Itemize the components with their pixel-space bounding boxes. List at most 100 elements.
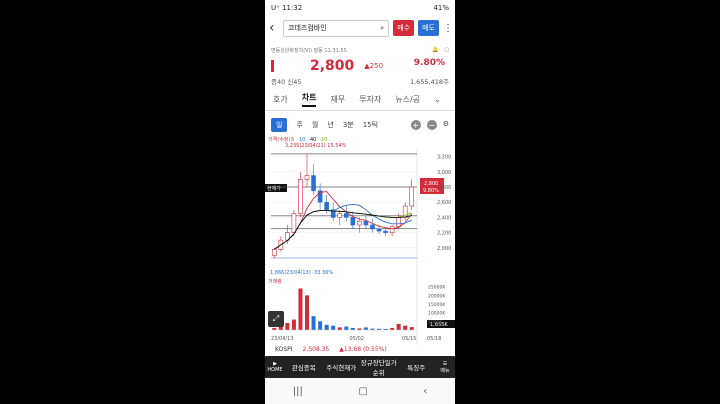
candle-body <box>376 228 382 232</box>
tab-orderbook[interactable]: 호가 <box>273 94 288 105</box>
tab-news[interactable]: 뉴스/공 <box>395 94 420 105</box>
candle-body <box>304 175 310 180</box>
stock-search-box[interactable]: 코데즈컴바인 ⌕ <box>283 19 390 37</box>
volume-bar <box>324 324 329 330</box>
system-nav: ||| ▢ ‹ <box>265 378 455 404</box>
home-label: HOME <box>267 367 283 373</box>
price-chart[interactable]: 가격(수정) 5 10 40 20 3,235(23/04/21) 15.54%… <box>265 135 455 347</box>
kospi-ticker: KOSPI 2,508.35 ▲13.68 (0.55%) <box>265 346 455 356</box>
volume-tick-label: 15000K <box>428 302 446 308</box>
price-subrow: 증40 신45 1,655,418주 <box>265 76 455 88</box>
candle-body <box>363 220 369 226</box>
volume-label: 거래량 <box>268 278 282 285</box>
system-back-icon[interactable]: ‹ <box>423 386 427 397</box>
period-3min[interactable]: 3분 <box>343 120 354 130</box>
candle-body <box>343 213 349 218</box>
margin-ratio: 증40 신45 <box>271 78 302 86</box>
bell-icon[interactable]: 🔔 <box>432 47 438 53</box>
y-tick-label: 2,800 <box>437 185 451 191</box>
candle-body <box>337 213 343 218</box>
vi-subtitle: 변동성완화장치(VI) 발동 11:31:55 <box>271 47 347 54</box>
volume-bar <box>291 319 296 330</box>
period-15tick[interactable]: 15틱 <box>363 120 378 130</box>
price-percent: 9.80% <box>413 58 445 68</box>
candle-body <box>389 226 395 233</box>
period-month[interactable]: 월 <box>312 120 318 130</box>
nav-featured[interactable]: 특징주 <box>398 362 436 372</box>
volume-bar <box>305 295 309 330</box>
buy-button[interactable]: 매수 <box>393 20 415 36</box>
volume-bar <box>403 325 408 330</box>
volume-tick-label: 5000K <box>428 319 443 325</box>
volume-bar <box>272 327 277 330</box>
price-change: ▲250 <box>364 62 384 70</box>
recent-apps-icon[interactable]: ||| <box>293 386 303 397</box>
volume-tick-label: 25000K <box>428 285 446 291</box>
nav-current-price[interactable]: 주식현재가 <box>323 362 361 372</box>
search-icon[interactable]: ⌕ <box>380 24 384 33</box>
document-icon[interactable]: ▢ <box>444 47 449 53</box>
zoom-out-icon[interactable]: − <box>426 120 437 130</box>
period-day[interactable]: 일 <box>271 118 288 132</box>
price-indicator-bar <box>271 60 274 72</box>
tab-financials[interactable]: 재무 <box>330 94 345 105</box>
candle-body <box>324 201 329 211</box>
volume-tick-label: 10000K <box>428 311 446 317</box>
kospi-value: 2,508.35 <box>302 346 330 353</box>
annotation-low: 1,866(23/04/13) -33.36% <box>270 270 333 276</box>
period-year[interactable]: 년 <box>327 120 333 130</box>
candle-body <box>409 186 415 207</box>
tab-chart[interactable]: 차트 <box>301 92 317 107</box>
price-row: 2,800 ▲250 9.80% <box>265 56 455 76</box>
volume-bar <box>396 323 401 330</box>
candle-body <box>311 175 316 192</box>
nav-menu[interactable]: ☰ 메뉴 <box>435 361 455 374</box>
volume-bar <box>311 316 316 330</box>
current-price-box: 현재가 <box>267 185 281 192</box>
candle-body <box>370 224 375 230</box>
nav-watchlist[interactable]: 관심종목 <box>285 362 323 372</box>
y-tick-label: 3,000 <box>437 170 451 176</box>
volume-bar <box>390 327 395 330</box>
sell-button[interactable]: 매도 <box>418 20 439 36</box>
y-tick-label: 3,200 <box>437 155 451 161</box>
x-tick-label: 23/04/13 <box>271 336 293 342</box>
current-price: 2,800 <box>310 58 355 74</box>
y-tick-label: 2,200 <box>437 231 451 237</box>
zoom-in-icon[interactable]: + <box>410 120 421 130</box>
phone-screen: U⁺ 11:32 41% ‹ 코데즈컴바인 ⌕ 매수 매도 ⋮ 변동성완화장치(… <box>265 0 455 404</box>
y-tick-label: 2,600 <box>437 200 451 206</box>
volume-bar <box>331 325 336 330</box>
y-tick-label: 2,000 <box>437 246 451 252</box>
candle-body <box>291 213 297 233</box>
tab-investors[interactable]: 투자자 <box>359 94 381 105</box>
x-tick-label: 05/18 <box>427 336 441 342</box>
candle-body <box>357 220 362 226</box>
vi-info: 변동성완화장치(VI) 발동 11:31:55 🔔 ▢ <box>265 44 455 56</box>
volume-bar <box>344 326 349 330</box>
tab-bar: 호가 차트 재무 투자자 뉴스/공 ⌄ <box>265 88 455 111</box>
gear-icon[interactable]: ⚙ <box>443 120 449 130</box>
status-bar: U⁺ 11:32 41% <box>265 0 455 16</box>
battery-level: 41% <box>433 4 449 12</box>
volume-tick-label: 20000K <box>428 293 446 299</box>
kospi-change: ▲13.68 (0.55%) <box>339 346 387 353</box>
period-week[interactable]: 주 <box>296 120 302 130</box>
home-button-icon[interactable]: ▢ <box>358 386 367 397</box>
candle-body <box>350 217 356 226</box>
volume-bar <box>363 327 368 330</box>
volume-bar <box>298 288 303 330</box>
nav-home[interactable]: ▶ HOME <box>265 361 285 373</box>
more-icon[interactable]: ⋮ <box>443 23 453 34</box>
x-tick-label: 05/02 <box>350 336 364 342</box>
chevron-down-icon[interactable]: ⌄ <box>434 95 441 104</box>
fullscreen-icon[interactable]: ⤢ <box>268 311 284 327</box>
legend-price: 가격(수정) <box>268 136 290 143</box>
nav-ranking[interactable]: 장규장단일가순위 <box>360 357 398 377</box>
back-icon[interactable]: ‹ <box>269 20 279 36</box>
volume-bar <box>285 323 290 330</box>
candle-body <box>298 179 303 214</box>
volume-bar <box>337 327 342 330</box>
header: ‹ 코데즈컴바인 ⌕ 매수 매도 ⋮ <box>265 16 455 40</box>
candle-body <box>396 217 401 227</box>
